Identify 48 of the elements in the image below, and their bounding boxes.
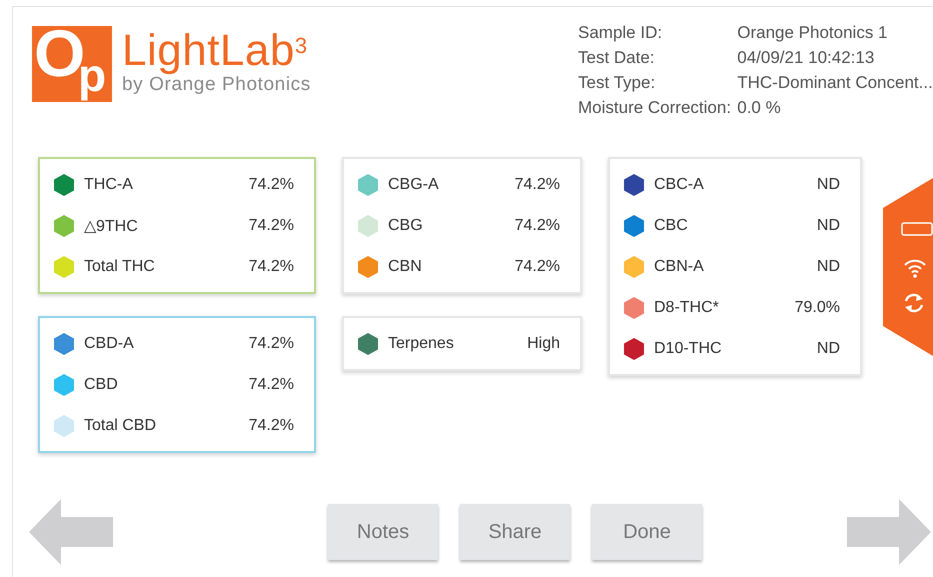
info-value: 0.0 %	[737, 97, 782, 119]
action-button[interactable]: Share	[460, 504, 570, 560]
compound-name: THC-A	[84, 176, 134, 194]
compound-name: CBC	[654, 216, 689, 234]
compound-value: 74.2%	[514, 258, 560, 276]
action-button[interactable]: Done	[592, 504, 702, 560]
compound-value: 79.0%	[794, 298, 840, 316]
compound-value: ND	[816, 340, 840, 358]
compound-name: CBD	[84, 376, 119, 394]
compound-name: D8-THC*	[654, 298, 720, 316]
compound-value: 74.2%	[248, 216, 294, 234]
compound-name: CBG-A	[388, 176, 440, 194]
info-label: Test Type:	[578, 72, 656, 94]
compound-name: Terpenes	[388, 334, 455, 352]
compound-name: CBD-A	[84, 334, 135, 352]
info-value: 04/09/21 10:42:13	[737, 47, 876, 69]
sync-icon	[903, 292, 925, 314]
battery-icon	[901, 222, 933, 236]
info-label: Test Date:	[578, 47, 656, 69]
compound-value: 74.2%	[248, 416, 294, 434]
compound-value: 74.2%	[248, 176, 294, 194]
compound-value: 74.2%	[514, 216, 560, 234]
compound-name: D10-THC	[654, 340, 723, 358]
compound-value: ND	[816, 216, 840, 234]
compound-name: CBG	[388, 216, 424, 234]
info-label: Moisture Correction:	[578, 97, 732, 119]
compound-value: 74.2%	[514, 176, 560, 194]
info-label: Sample ID:	[578, 22, 664, 44]
product-name: LightLab$^{3}$	[122, 28, 309, 74]
compound-value: 74.2%	[248, 334, 294, 352]
compound-value: 74.2%	[248, 258, 294, 276]
compound-name: Total THC	[84, 258, 156, 276]
wifi-icon	[903, 258, 927, 278]
forward-arrow-icon[interactable]	[847, 499, 931, 565]
compound-name: △9THC	[84, 216, 139, 236]
compound-value: ND	[816, 258, 840, 276]
compound-value: ND	[816, 176, 840, 194]
back-arrow-icon[interactable]	[29, 499, 113, 565]
compound-value: High	[527, 334, 560, 352]
action-button[interactable]: Notes	[328, 504, 438, 560]
compound-name: Total CBD	[84, 416, 158, 434]
info-value: Orange Photonics 1	[737, 22, 888, 44]
compound-name: CBN-A	[654, 258, 705, 276]
info-value: THC-Dominant Concent...	[737, 72, 933, 94]
compound-name: CBC-A	[654, 176, 705, 194]
compound-value: 74.2%	[248, 376, 294, 394]
compound-name: CBN	[388, 258, 423, 276]
tagline: by Orange Photonics	[122, 74, 311, 96]
